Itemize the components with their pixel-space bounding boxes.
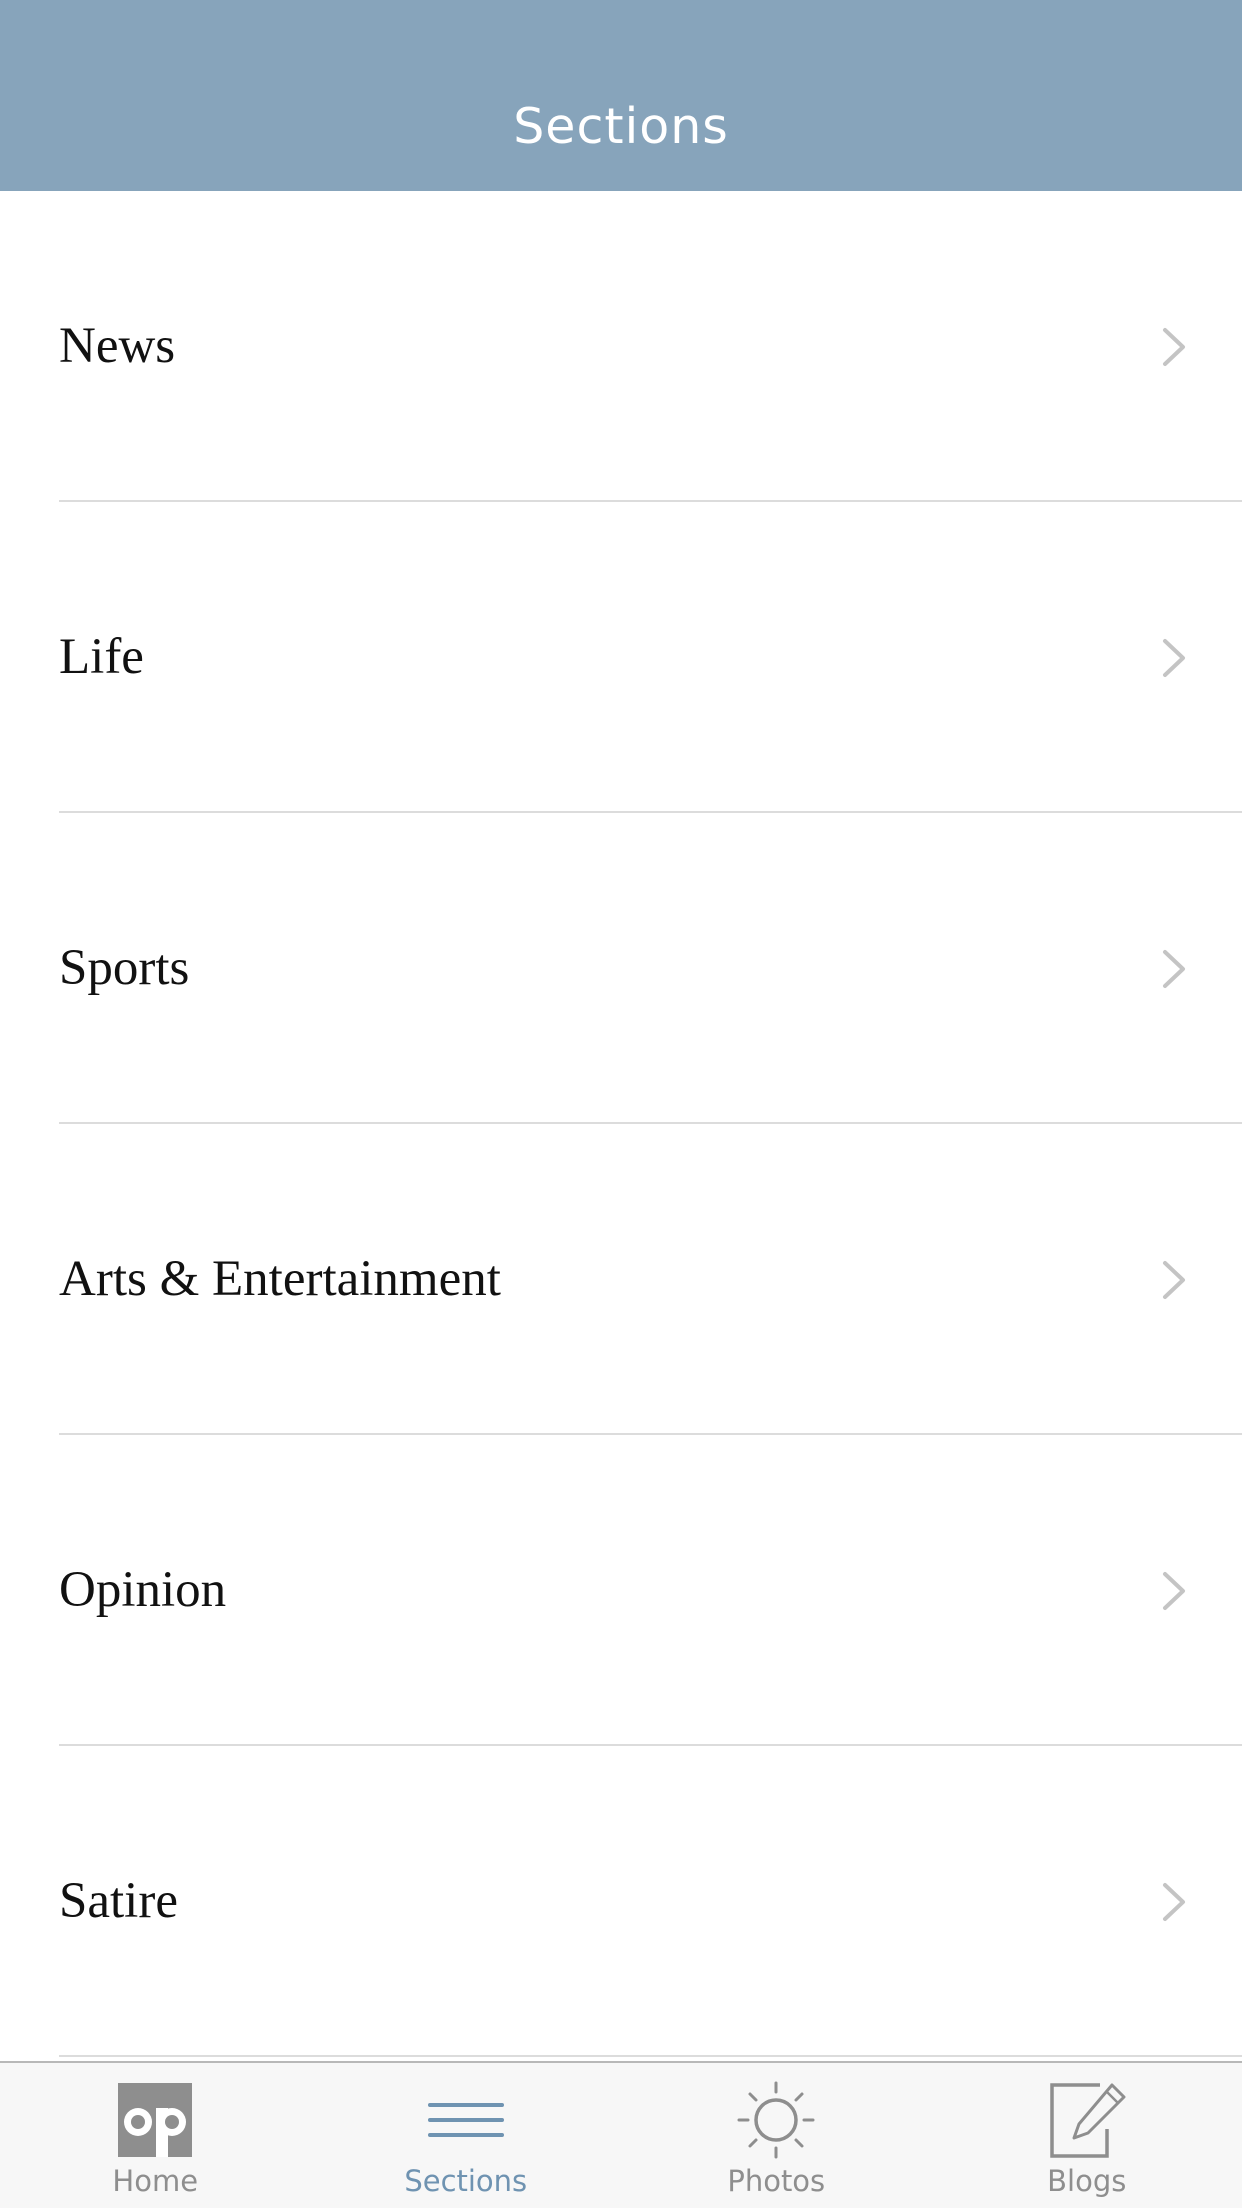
section-row-opinion[interactable]: Opinion — [0, 1435, 1242, 1746]
tab-label: Home — [112, 2164, 199, 2198]
chevron-right-icon — [1163, 638, 1185, 677]
tab-label: Blogs — [1047, 2164, 1127, 2198]
chevron-right-icon — [1163, 1882, 1185, 1921]
section-row-arts-entertainment[interactable]: Arts & Entertainment — [0, 1124, 1242, 1435]
section-row-satire[interactable]: Satire — [0, 1746, 1242, 2057]
tab-blogs[interactable]: Blogs — [932, 2063, 1242, 2208]
tab-home[interactable]: Home — [0, 2063, 311, 2208]
tab-label: Photos — [727, 2164, 826, 2198]
chevron-right-icon — [1163, 949, 1185, 988]
tab-sections[interactable]: Sections — [311, 2063, 622, 2208]
chevron-right-icon — [1163, 1260, 1185, 1299]
tab-label: Sections — [404, 2164, 528, 2198]
tab-photos[interactable]: Photos — [621, 2063, 932, 2208]
pencil-square-icon — [1050, 2083, 1126, 2158]
section-label: Life — [59, 629, 144, 685]
hamburger-icon — [427, 2103, 504, 2137]
section-label: Sports — [59, 940, 190, 996]
chevron-right-icon — [1163, 327, 1185, 366]
navigation-bar: Sections — [0, 0, 1242, 191]
section-label: News — [59, 318, 176, 374]
section-label: Opinion — [59, 1562, 227, 1618]
section-label: Satire — [59, 1873, 178, 1929]
sun-icon — [737, 2081, 815, 2159]
op-logo-icon — [118, 2083, 193, 2157]
section-list: News Life Sports Arts & Entertainment Op… — [0, 191, 1242, 2061]
page-title: Sections — [513, 98, 729, 155]
section-row-life[interactable]: Life — [0, 502, 1242, 813]
section-row-news[interactable]: News — [0, 191, 1242, 502]
tab-bar: Home Sections Photos Blogs — [0, 2061, 1242, 2208]
section-row-sports[interactable]: Sports — [0, 813, 1242, 1124]
chevron-right-icon — [1163, 1571, 1185, 1610]
section-label: Arts & Entertainment — [59, 1251, 501, 1307]
